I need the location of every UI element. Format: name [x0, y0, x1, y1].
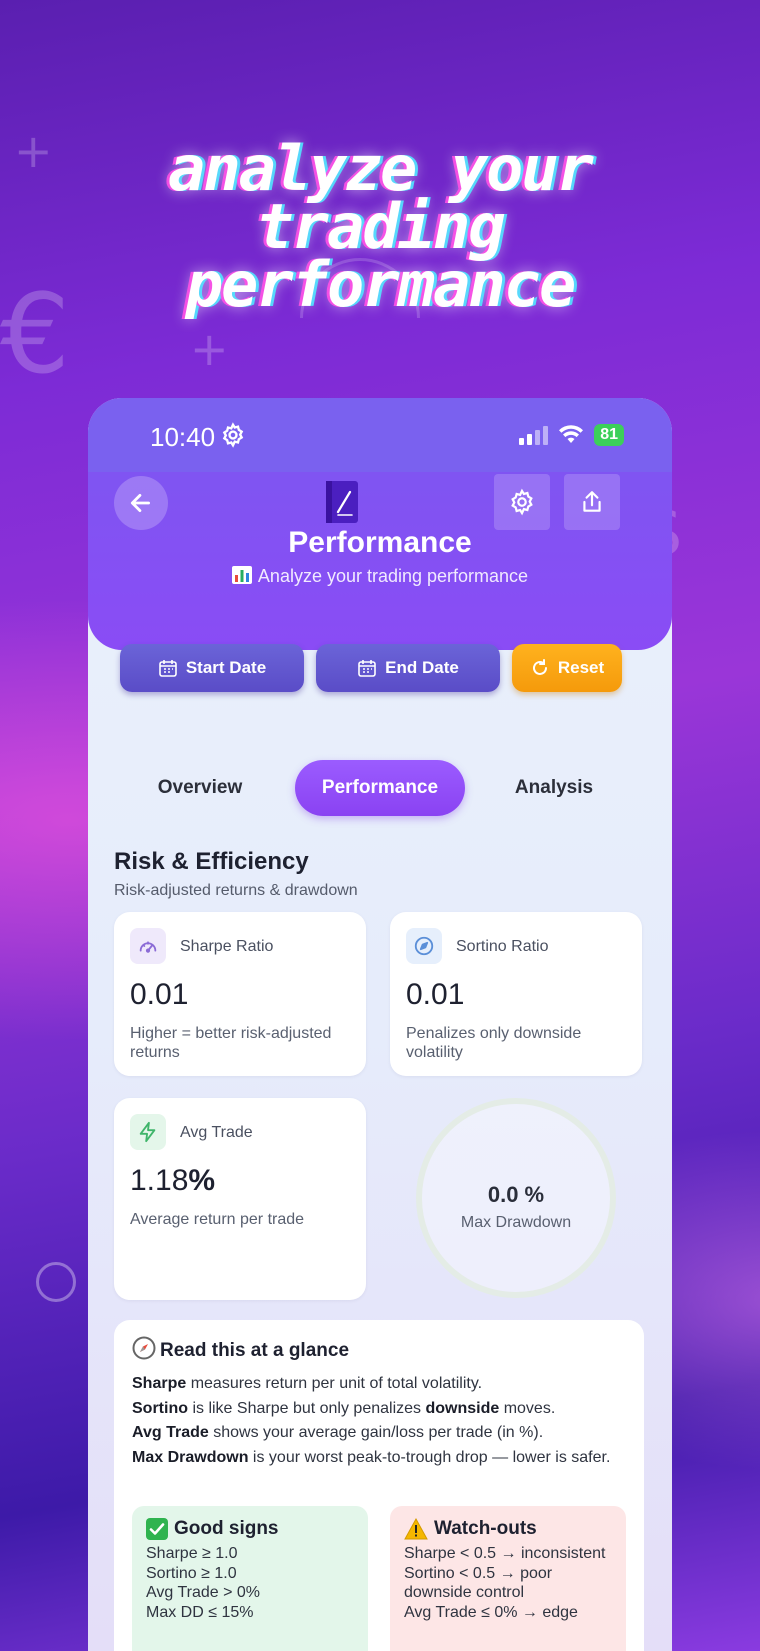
max-drawdown-value: 0.0 % [487, 1182, 545, 1207]
compass-icon [132, 1336, 156, 1360]
battery-icon: 81 [594, 424, 624, 446]
watch-outs-box: Watch-outs Sharpe < 0.5 → inconsistent S… [390, 1506, 626, 1651]
plus-icon: + [190, 322, 229, 376]
max-drawdown-gauge: 0.0 % Max Drawdown [416, 1098, 616, 1298]
warning-icon [404, 1518, 428, 1540]
back-button[interactable] [114, 476, 168, 530]
section-subtitle: Risk-adjusted returns & drawdown [114, 882, 358, 899]
good-sign-item: Sortino ≥ 1.0 [146, 1564, 237, 1582]
page-subtitle: Analyze your trading performance [88, 566, 672, 587]
sharpe-label: Sharpe Ratio [180, 938, 274, 955]
tab-overview[interactable]: Overview [128, 760, 272, 816]
watch-out-item: Avg Trade ≤ 0% → edge [404, 1603, 578, 1621]
glance-title: Read this at a glance [132, 1336, 349, 1362]
tab-bar: Overview Performance Analysis [88, 760, 672, 816]
good-sign-item: Avg Trade > 0% [146, 1584, 260, 1601]
glance-explanations: Sharpe measures return per unit of total… [132, 1372, 632, 1470]
calendar-icon [358, 660, 376, 677]
avg-trade-label: Avg Trade [180, 1124, 253, 1141]
sortino-label: Sortino Ratio [456, 938, 549, 955]
gear-icon [511, 488, 533, 516]
gear-icon [222, 422, 244, 448]
reset-button[interactable]: Reset [512, 644, 622, 692]
lightning-icon [130, 1114, 166, 1150]
glance-line-max-drawdown: Max Drawdown is your worst peak-to-troug… [132, 1448, 611, 1466]
settings-button[interactable] [494, 474, 550, 530]
tab-analysis[interactable]: Analysis [484, 760, 624, 816]
speedometer-icon [130, 928, 166, 964]
sortino-ratio-card: Sortino Ratio 0.01 Penalizes only downsi… [390, 912, 642, 1076]
good-signs-title: Good signs [174, 1518, 279, 1539]
status-time: 10:40 [150, 422, 216, 452]
watch-out-item: Sharpe < 0.5 → inconsistent [404, 1545, 606, 1562]
calendar-icon [159, 660, 177, 677]
status-bar: 10:40 81 [88, 398, 672, 472]
arrow-left-icon [130, 494, 150, 512]
tab-performance[interactable]: Performance [295, 760, 465, 816]
good-sign-item: Sharpe ≥ 1.0 [146, 1545, 238, 1562]
sharpe-value: 0.01 [130, 978, 189, 1011]
phone-screen: 10:40 81 Performance Analyze your tradin… [88, 398, 672, 1651]
check-icon [146, 1518, 168, 1540]
journal-logo-icon [326, 481, 358, 523]
watch-out-item: Sortino < 0.5 → poor downside control [404, 1564, 553, 1602]
sortino-value: 0.01 [406, 978, 465, 1011]
watch-outs-title: Watch-outs [434, 1518, 537, 1539]
reset-label: Reset [557, 658, 605, 677]
glance-line-sharpe: Sharpe measures return per unit of total… [132, 1375, 483, 1392]
section-title: Risk & Efficiency [114, 848, 309, 875]
end-date-label: End Date [385, 658, 459, 677]
page-title: Performance [288, 526, 472, 559]
compass-icon [406, 928, 442, 964]
refresh-icon [532, 659, 547, 675]
avg-trade-value: 1.18% [130, 1164, 216, 1197]
avg-trade-card: Avg Trade 1.18% Average return per trade [114, 1098, 366, 1300]
sharpe-description: Higher = better risk-adjusted returns [130, 1025, 332, 1061]
wifi-icon [559, 425, 584, 443]
good-sign-item: Max DD ≤ 15% [146, 1603, 254, 1621]
end-date-button[interactable]: End Date [316, 644, 500, 692]
start-date-button[interactable]: Start Date [120, 644, 304, 692]
sortino-description: Penalizes only downside volatility [406, 1025, 582, 1061]
promo-headline: analyze your trading performance [168, 132, 594, 321]
share-icon [583, 491, 601, 512]
sharpe-ratio-card: Sharpe Ratio 0.01 Higher = better risk-a… [114, 912, 366, 1076]
glance-line-avg-trade: Avg Trade shows your average gain/loss p… [132, 1424, 544, 1441]
share-button[interactable] [564, 474, 620, 530]
good-signs-box: Good signs Sharpe ≥ 1.0 Sortino ≥ 1.0 Av… [132, 1506, 368, 1651]
max-drawdown-label: Max Drawdown [460, 1214, 572, 1231]
signal-icon [519, 425, 549, 445]
glance-line-sortino: Sortino is like Sharpe but only penalize… [132, 1399, 556, 1417]
start-date-label: Start Date [185, 658, 267, 677]
avg-trade-description: Average return per trade [130, 1211, 305, 1228]
glance-card: Read this at a glance Sharpe measures re… [114, 1320, 644, 1651]
bar-chart-icon [231, 566, 252, 584]
